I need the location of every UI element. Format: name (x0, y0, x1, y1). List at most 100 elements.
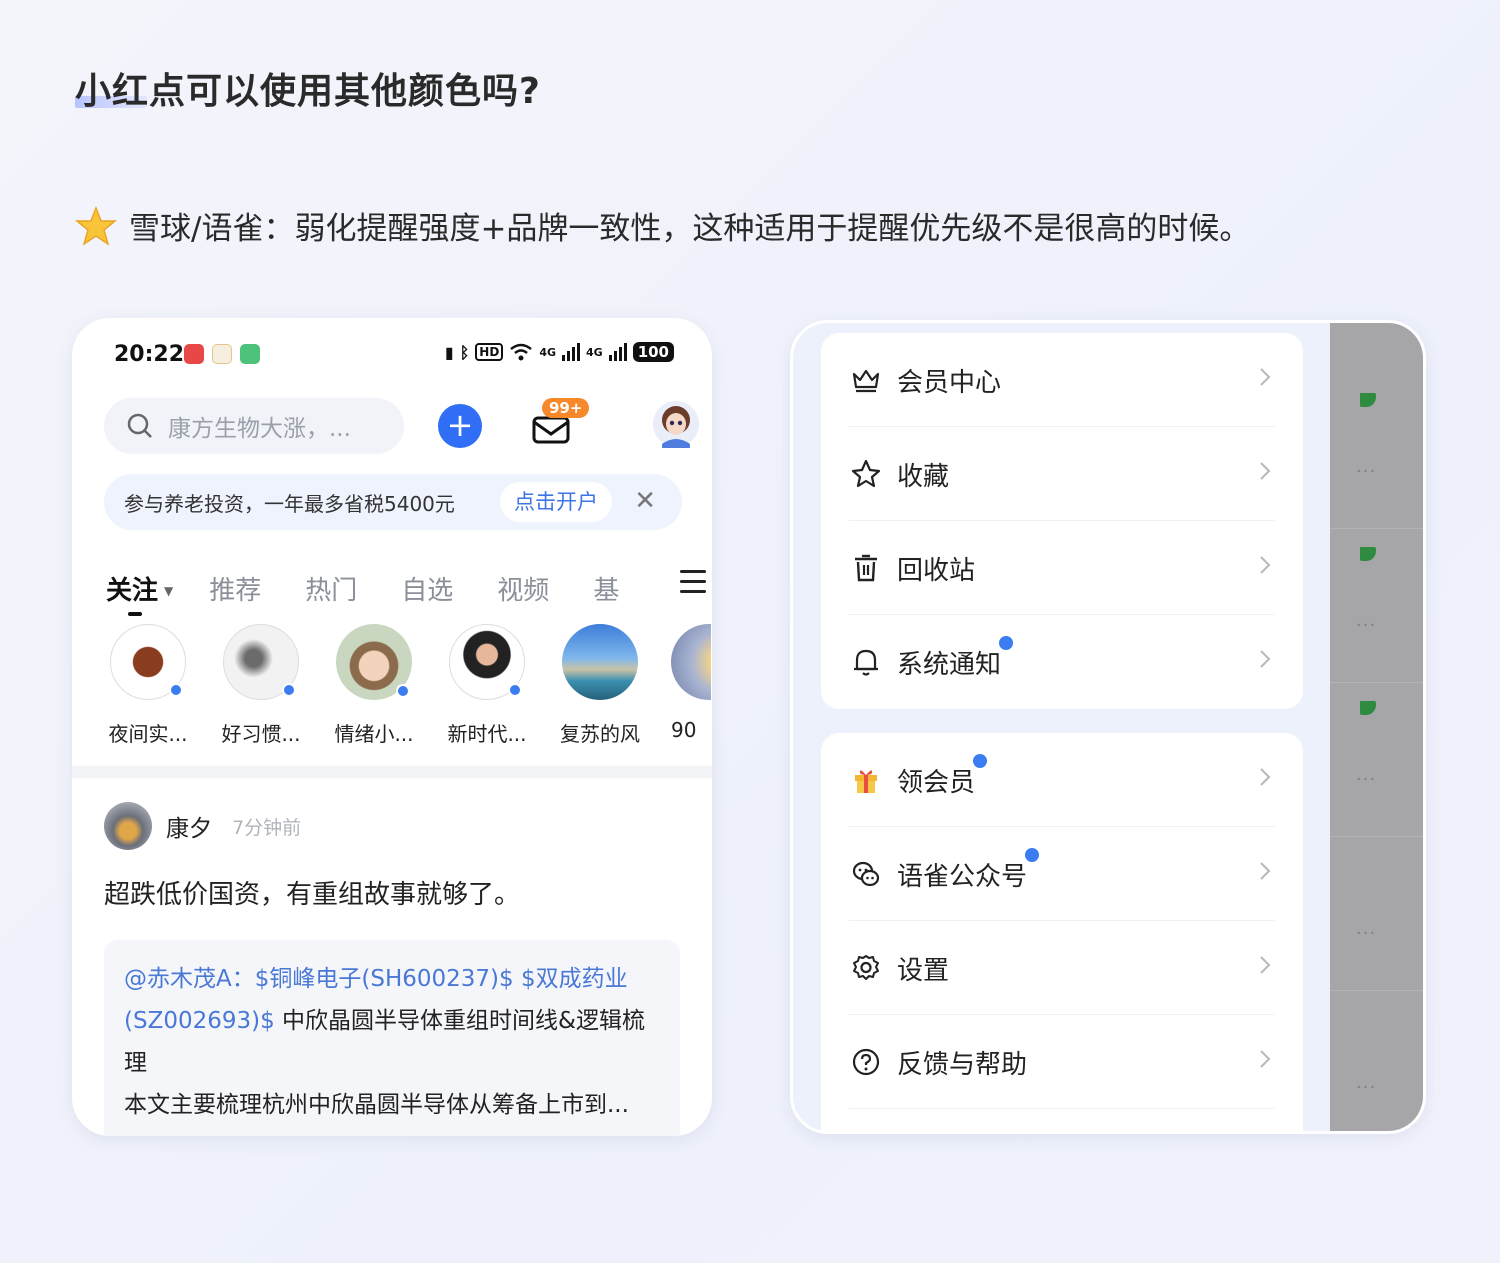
open-account-button[interactable]: 点击开户 (500, 482, 612, 522)
post-author[interactable]: 康夕 (166, 809, 212, 843)
following-name: 情绪小... (334, 722, 414, 746)
more-icon: ··· (1356, 461, 1377, 482)
menu-group-1: 会员中心 收藏 回收站 系统通知 (821, 333, 1303, 709)
quote-summary: 本文主要梳理杭州中欣晶圆半导体从筹备上市到... (124, 1092, 629, 1118)
menu-item-label: 领会员 (897, 753, 988, 799)
update-dot (396, 684, 410, 698)
stock-link[interactable]: (SZ002693)$ (124, 1008, 275, 1034)
chevron-right-icon (1260, 462, 1271, 480)
vibrate-icon: ▮ (444, 342, 454, 362)
following-item[interactable]: 90 (671, 624, 711, 742)
quote-link[interactable]: @赤木茂A：$铜峰电子(SH600237)$ $双成药业 (124, 966, 628, 992)
chevron-right-icon (1260, 862, 1271, 880)
post-time: 7分钟前 (232, 816, 302, 839)
menu-item-label: 会员中心 (897, 367, 1002, 398)
more-icon: ··· (1356, 615, 1377, 636)
status-app-icons (184, 344, 260, 364)
divider (849, 1108, 1275, 1109)
wechat-icon (852, 861, 880, 887)
note-line: 雪球/语雀：弱化提醒强度+品牌一致性，这种适用于提醒优先级不是很高的时候。 (75, 203, 1250, 248)
avatar (223, 624, 299, 700)
search-row: 康方生物大涨，... + 99+ (104, 398, 699, 454)
promo-banner[interactable]: 参与养老投资，一年最多省税5400元 点击开户 ✕ (104, 474, 682, 530)
menu-item-recycle-bin[interactable]: 回收站 (821, 521, 1303, 615)
following-item[interactable]: 情绪小... (332, 624, 416, 747)
search-placeholder: 康方生物大涨，... (168, 416, 351, 442)
bell-icon (854, 649, 878, 676)
following-item[interactable]: 好习惯... (219, 624, 303, 747)
chevron-right-icon (1260, 956, 1271, 974)
gift-icon (855, 770, 877, 793)
quote-text: 理 (124, 1050, 147, 1076)
yuque-phone-screenshot: ··· ··· ··· ··· ··· 会员中心 收藏 回收站 系统通知 领会员… (790, 320, 1426, 1134)
menu-item-official-account[interactable]: 语雀公众号 (821, 827, 1303, 921)
more-icon: ··· (1356, 769, 1377, 790)
avatar (449, 624, 525, 700)
following-item[interactable]: 复苏的风 (558, 624, 642, 747)
search-icon (127, 413, 152, 438)
promo-text: 参与养老投资，一年最多省税5400元 (124, 491, 455, 516)
menu-item-system-notifications[interactable]: 系统通知 (821, 615, 1303, 709)
update-dot (169, 683, 183, 697)
following-name: 夜间实... (108, 722, 188, 746)
trash-icon (855, 554, 877, 582)
quote-text: 中欣晶圆半导体重组时间线&逻辑梳 (274, 1008, 645, 1034)
crown-icon (852, 369, 880, 393)
signal-4g-icon-1: 4G (539, 345, 556, 359)
search-input[interactable]: 康方生物大涨，... (104, 398, 404, 454)
status-indicators: ▮ ᛒ HD 4G 4G 100 (445, 342, 674, 362)
menu-icon[interactable] (680, 570, 706, 594)
tab-recommend[interactable]: 推荐 (209, 570, 261, 607)
tab-watchlist[interactable]: 自选 (401, 570, 453, 607)
battery-app-icon (240, 344, 260, 364)
divider (1330, 682, 1423, 683)
following-item[interactable]: 新时代... (445, 624, 529, 747)
chevron-right-icon (1260, 1050, 1271, 1068)
help-icon (852, 1048, 880, 1076)
menu-item-member-center[interactable]: 会员中心 (821, 333, 1303, 427)
tab-follow[interactable]: 关注 ▼ (106, 570, 174, 616)
menu-item-label: 语雀公众号 (897, 847, 1040, 893)
tab-fund[interactable]: 基 (593, 570, 619, 607)
more-icon: ··· (1356, 923, 1377, 944)
menu-item-feedback-help[interactable]: 反馈与帮助 (821, 1015, 1303, 1109)
update-dot (508, 683, 522, 697)
section-divider (72, 766, 712, 778)
notification-dot (973, 753, 988, 768)
caret-down-icon: ▼ (164, 584, 174, 598)
menu-group-2: 领会员 语雀公众号 设置 反馈与帮助 (821, 733, 1303, 1131)
divider (1330, 990, 1423, 991)
add-button[interactable]: + (438, 404, 482, 448)
profile-avatar[interactable] (652, 398, 700, 450)
menu-item-label: 设置 (897, 955, 950, 986)
following-item[interactable]: 夜间实... (106, 624, 190, 747)
following-name: 复苏的风 (560, 722, 640, 746)
signal-bars-icon-2 (608, 343, 627, 361)
menu-item-get-membership[interactable]: 领会员 (821, 733, 1303, 827)
more-icon: ··· (1356, 1077, 1377, 1098)
close-icon[interactable]: ✕ (634, 486, 656, 516)
signal-4g-icon-2: 4G (586, 345, 603, 359)
menu-item-favorites[interactable]: 收藏 (821, 427, 1303, 521)
post-body[interactable]: 超跌低价国资，有重组故事就够了。 (104, 874, 520, 911)
note-text: 雪球/语雀：弱化提醒强度+品牌一致性，这种适用于提醒优先级不是很高的时候。 (129, 211, 1251, 247)
divider (1330, 528, 1423, 529)
chevron-right-icon (1260, 556, 1271, 574)
following-name: 好习惯... (221, 722, 301, 746)
menu-item-label: 反馈与帮助 (897, 1049, 1028, 1080)
tab-video[interactable]: 视频 (497, 570, 549, 607)
status-bar: 20:22 ▮ ᛒ HD 4G 4G 100 (72, 318, 712, 388)
notification-dot (999, 635, 1014, 650)
post-avatar[interactable] (104, 802, 152, 850)
notification-dot (1025, 847, 1040, 862)
quoted-post-card[interactable]: @赤木茂A：$铜峰电子(SH600237)$ $双成药业 (SZ002693)$… (104, 940, 680, 1136)
avatar (562, 624, 638, 700)
menu-item-settings[interactable]: 设置 (821, 921, 1303, 1015)
tab-hot[interactable]: 热门 (305, 570, 357, 607)
mail-badge: 99+ (542, 398, 590, 418)
bluetooth-icon: ᛒ (459, 342, 470, 362)
music-app-icon (184, 344, 204, 364)
tab-indicator (128, 611, 142, 616)
chevron-right-icon (1260, 768, 1271, 786)
menu-item-label: 回收站 (897, 555, 976, 586)
